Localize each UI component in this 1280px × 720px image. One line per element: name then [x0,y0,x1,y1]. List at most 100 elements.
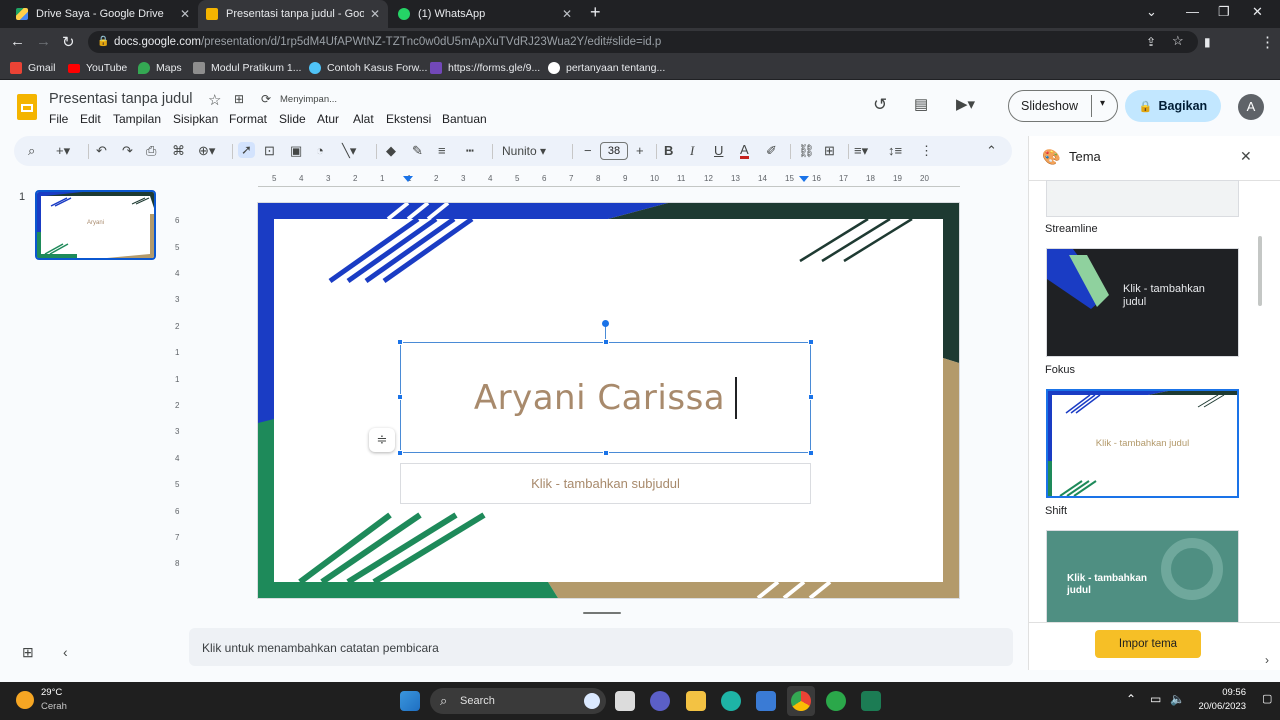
menu-file[interactable]: File [49,112,68,126]
share-button[interactable]: 🔒 Bagikan [1125,90,1221,122]
chevron-down-icon[interactable]: ▾ [1100,98,1105,109]
close-icon[interactable]: ✕ [180,7,190,21]
windows-start-icon[interactable] [400,691,420,711]
menu-format[interactable]: Format [229,112,267,126]
edge-icon[interactable] [721,691,741,711]
image-icon[interactable]: ▣ [290,143,302,159]
menu-tampilan[interactable]: Tampilan [113,112,161,126]
expand-side-panel-icon[interactable]: › [1265,653,1269,667]
bookmark-youtube[interactable]: YouTube [68,60,127,76]
bookmark-modul[interactable]: Modul Pratikum 1... [193,60,301,76]
underline-icon[interactable]: U [714,143,723,159]
line-spacing-icon[interactable]: ↕≡ [888,143,902,159]
grid-view-icon[interactable]: ⊞ [22,644,34,661]
subtitle-text-box[interactable]: Klik - tambahkan subjudul [400,463,811,504]
forward-icon[interactable]: → [36,33,51,50]
weather-sun-icon[interactable] [16,691,34,709]
version-history-icon[interactable]: ↺ [873,95,887,115]
resize-handle[interactable] [603,450,609,456]
network-icon[interactable]: ▭ [1150,692,1161,706]
subtitle-placeholder[interactable]: Klik - tambahkan subjudul [531,476,680,491]
task-view-icon[interactable] [615,691,635,711]
highlight-icon[interactable]: ✐ [766,143,777,159]
menu-atur[interactable]: Atur [317,112,339,126]
close-window-button[interactable]: ✕ [1252,4,1263,20]
border-color-icon[interactable]: ✎ [412,143,423,159]
bookmark-maps[interactable]: Maps [138,60,182,76]
decrease-font-size-icon[interactable]: − [584,143,592,159]
collapse-toolbar-icon[interactable]: ⌃ [986,143,997,159]
shape-icon[interactable]: ◔ [316,143,324,159]
store-icon[interactable] [756,691,776,711]
reload-icon[interactable]: ↻ [62,33,75,51]
text-color-icon[interactable]: A [740,143,749,159]
bold-icon[interactable]: B [664,143,673,159]
menu-sisipkan[interactable]: Sisipkan [173,112,218,126]
bookmark-gmail[interactable]: Gmail [10,60,55,76]
file-explorer-icon[interactable] [686,691,706,711]
print-icon[interactable]: ⎙ [146,143,156,159]
increase-font-size-icon[interactable]: + [636,143,644,159]
new-tab-button[interactable]: + [590,2,601,23]
close-icon[interactable]: ✕ [370,7,380,21]
close-icon[interactable]: ✕ [1240,148,1252,165]
text-fit-icon[interactable]: ≑ [369,428,395,452]
app-icon[interactable] [861,691,881,711]
import-theme-button[interactable]: Impor tema [1095,630,1201,658]
border-weight-icon[interactable]: ≡ [438,143,446,159]
tab-search-icon[interactable]: ⌄ [1146,4,1157,20]
theme-card-streamline[interactable] [1046,180,1239,217]
right-indent-marker[interactable] [799,176,809,182]
slide-thumbnail[interactable]: Aryani [35,190,156,260]
meet-icon[interactable]: ▶▾ [956,95,975,113]
chrome-menu-icon[interactable]: ⋮ [1260,33,1275,51]
chrome-icon[interactable] [791,691,811,711]
close-icon[interactable]: ✕ [562,7,572,21]
slide-title[interactable]: Aryani Carissa [474,378,725,418]
qgis-icon[interactable] [826,691,846,711]
menu-slide[interactable]: Slide [279,112,306,126]
teams-icon[interactable] [650,691,670,711]
account-avatar[interactable]: A [1238,94,1264,120]
comments-icon[interactable]: ▤ [914,95,928,113]
rotate-handle[interactable] [602,320,609,327]
url-input[interactable]: 🔒 docs.google.com/presentation/d/1rp5dM4… [88,31,1198,53]
font-size-input[interactable]: 38 [600,142,628,160]
tab-whatsapp[interactable]: (1) WhatsApp ✕ [390,0,580,28]
slides-logo-icon[interactable] [17,94,37,120]
notifications-icon[interactable]: ▢ [1262,692,1272,705]
theme-card-fokus[interactable]: Klik - tambahkan judul [1046,248,1239,357]
resize-handle[interactable] [397,450,403,456]
title-text-box[interactable]: Aryani Carissa [400,342,811,453]
resize-handle[interactable] [808,450,814,456]
back-icon[interactable]: ← [10,33,25,50]
bookmark-forms[interactable]: https://forms.gle/9... [430,60,540,76]
italic-icon[interactable]: I [690,143,694,159]
theme-card-4[interactable]: Klik - tambahkan judul [1046,530,1239,622]
fill-color-icon[interactable]: ◆ [386,143,396,159]
resize-handle[interactable] [808,339,814,345]
slideshow-button[interactable]: Slideshow ▾ [1008,90,1118,122]
paint-format-icon[interactable]: ⌘ [172,143,185,159]
speaker-notes[interactable]: Klik untuk menambahkan catatan pembicara [189,628,1013,666]
link-icon[interactable]: ⛓ [798,143,815,159]
menu-alat[interactable]: Alat [353,112,374,126]
resize-handle[interactable] [808,394,814,400]
zoom-icon[interactable]: ⊕▾ [198,143,215,159]
tab-google-drive[interactable]: Drive Saya - Google Drive ✕ [8,0,198,28]
border-dash-icon[interactable]: ┅ [466,143,474,159]
menu-bantuan[interactable]: Bantuan [442,112,487,126]
comment-icon[interactable]: ⊞ [824,143,835,159]
resize-handle[interactable] [397,394,403,400]
left-indent-marker[interactable] [403,176,413,182]
share-page-icon[interactable]: ⇪ [1146,35,1156,49]
volume-icon[interactable]: 🔈 [1170,692,1185,706]
font-family-select[interactable]: Nunito ▾ [502,143,546,159]
menu-ekstensi[interactable]: Ekstensi [386,112,431,126]
maximize-button[interactable]: ❐ [1218,4,1230,20]
search-menus-icon[interactable]: ⌕ [28,143,35,159]
side-panel-icon[interactable]: ▮ [1204,35,1211,49]
select-cursor-icon[interactable]: ➚ [238,142,255,158]
bookmark-contoh-kasus[interactable]: Contoh Kasus Forw... [309,60,427,76]
redo-icon[interactable]: ↷ [122,143,133,159]
